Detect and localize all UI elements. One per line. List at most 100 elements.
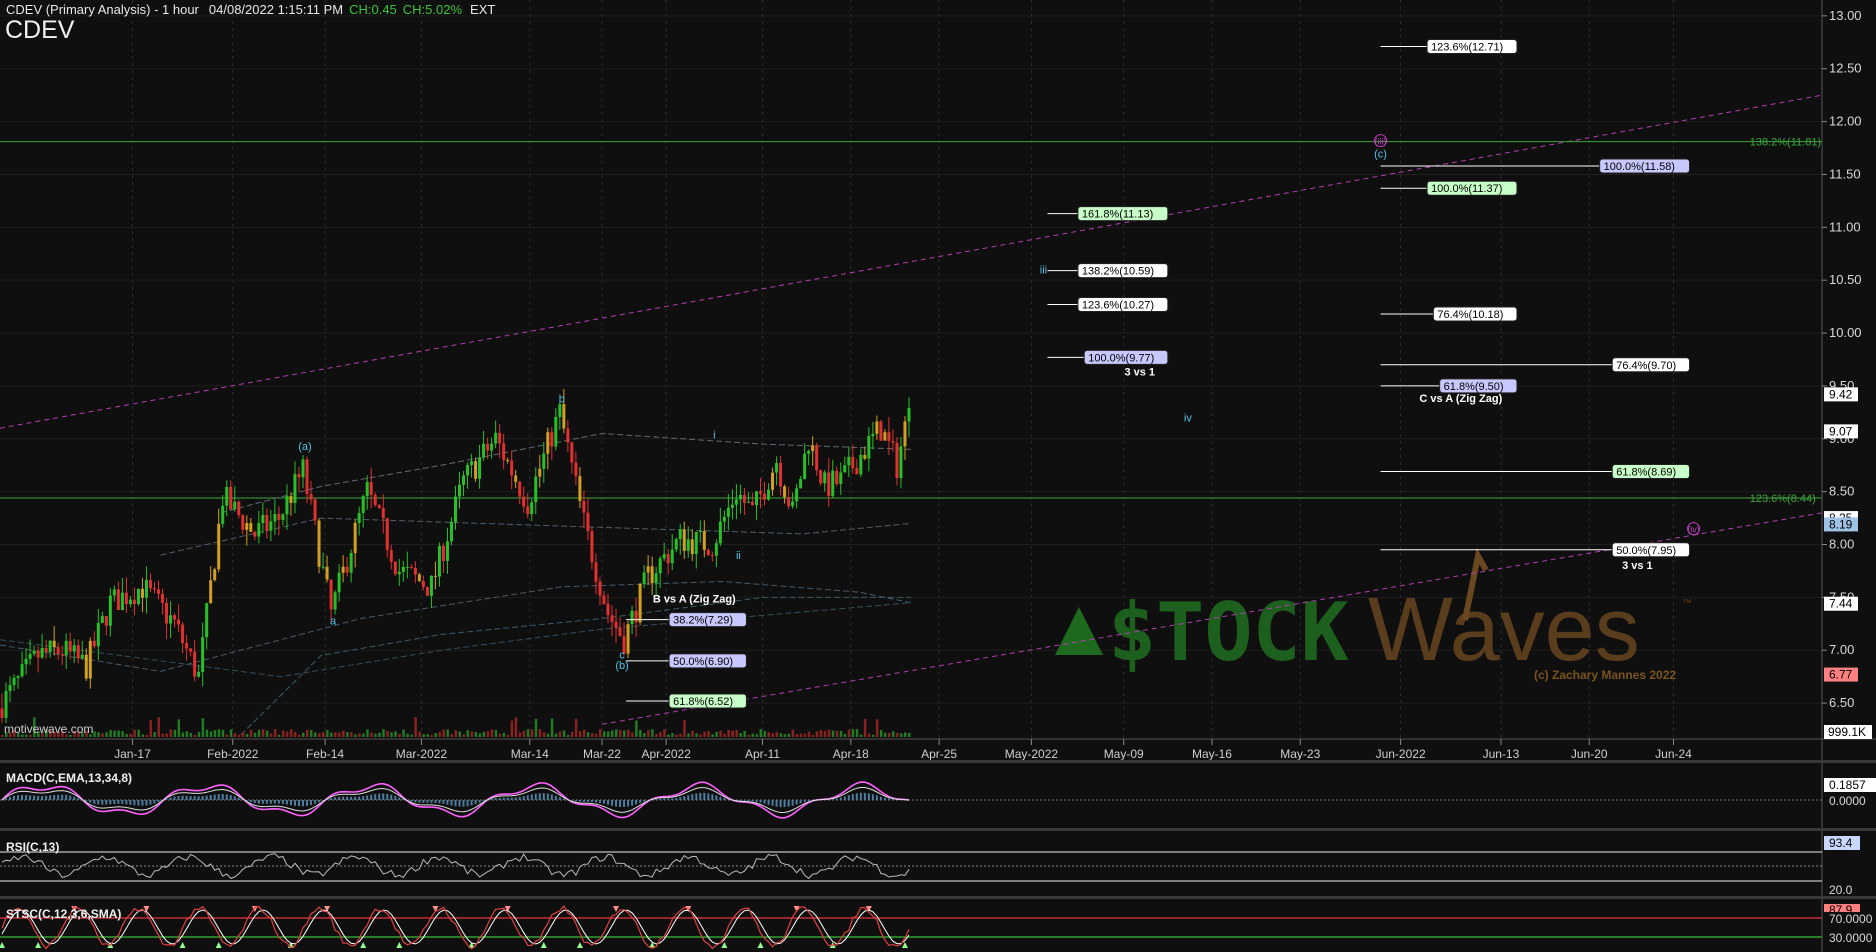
candle xyxy=(112,585,116,602)
macd-histogram-bar xyxy=(562,798,565,800)
candle xyxy=(807,449,811,466)
change-percent: CH:5.02% xyxy=(402,2,463,17)
macd-histogram-bar xyxy=(57,794,60,800)
volume-bar xyxy=(703,731,706,737)
macd-histogram-bar xyxy=(863,792,866,800)
macd-histogram-bar xyxy=(265,800,268,804)
volume-bar xyxy=(799,733,803,737)
candle-body xyxy=(353,522,357,554)
candle-body xyxy=(610,615,614,622)
volume-bar xyxy=(241,732,245,737)
volume-bar xyxy=(245,733,249,737)
volume-bar xyxy=(229,729,233,737)
price-tick-label: 10.50 xyxy=(1829,272,1862,287)
candle-body xyxy=(506,460,510,462)
time-tick-label: Jun-20 xyxy=(1571,747,1608,761)
macd-histogram-bar xyxy=(366,795,369,800)
macd-histogram-bar xyxy=(502,797,505,800)
candle xyxy=(883,429,887,441)
volume-bar xyxy=(149,719,152,737)
candle xyxy=(189,648,193,657)
candle xyxy=(875,415,879,440)
volume-bar xyxy=(835,730,839,737)
macd-histogram-bar xyxy=(77,798,80,800)
macd-histogram-bar xyxy=(807,800,810,802)
volume-bar xyxy=(117,730,120,737)
panel-divider xyxy=(0,828,1876,831)
candle xyxy=(441,543,445,573)
macd-histogram-bar xyxy=(554,795,557,800)
macd-histogram-bar xyxy=(221,794,224,800)
candle-body xyxy=(161,593,165,603)
candle-body xyxy=(835,470,839,484)
candle-body xyxy=(116,589,120,610)
macd-histogram-bar xyxy=(277,800,280,804)
macd-histogram-bar xyxy=(89,800,92,803)
macd-histogram-bar xyxy=(783,800,786,808)
candle-body xyxy=(8,684,12,692)
candle-body xyxy=(148,580,152,589)
volume-bar xyxy=(775,731,779,737)
fib-target: 100.0%(11.58) xyxy=(1380,158,1691,174)
macd-histogram-bar xyxy=(49,795,52,800)
candle-body xyxy=(807,451,811,454)
macd-histogram-bar xyxy=(97,800,100,805)
candle-body xyxy=(791,501,795,507)
volume-bar xyxy=(201,718,205,737)
macd-histogram-bar xyxy=(723,798,726,800)
candle xyxy=(32,645,36,657)
candle-body xyxy=(377,504,381,508)
price-badge-label: 6.77 xyxy=(1829,668,1853,682)
candle xyxy=(879,419,883,442)
candle-body xyxy=(871,433,875,437)
macd-histogram-bar xyxy=(574,800,577,802)
candle xyxy=(634,597,638,637)
price-chart[interactable]: $TOCK Waves ™ (c) Zachary Mannes 2022 138.2%… xyxy=(0,0,1876,952)
candle xyxy=(482,430,486,461)
macd-histogram-bar xyxy=(743,800,746,801)
macd-histogram-bar xyxy=(101,800,104,805)
candle-body xyxy=(225,486,229,506)
volume-bar xyxy=(859,734,863,737)
candle-body xyxy=(217,523,221,570)
candle xyxy=(606,593,610,624)
macd-histogram-bar xyxy=(671,798,674,800)
macd-histogram-bar xyxy=(426,800,429,803)
volume-bar xyxy=(619,730,622,737)
candle-body xyxy=(758,491,762,494)
macd-histogram-bar xyxy=(434,800,437,803)
candle xyxy=(586,497,590,541)
fib-target: 100.0%(9.77) xyxy=(1047,349,1169,365)
volume-bar xyxy=(161,733,165,737)
symbol-label: CDEV xyxy=(5,16,75,44)
volume-bar xyxy=(815,731,819,737)
candle xyxy=(859,448,863,477)
volume-bar xyxy=(582,729,586,737)
macd-histogram-bar xyxy=(739,800,742,801)
macd-histogram-bar xyxy=(69,795,72,800)
volume-bar xyxy=(406,733,409,737)
candle xyxy=(433,561,437,590)
candle-body xyxy=(165,602,169,624)
rsi-panel: 93.4 20.0 xyxy=(0,836,1860,897)
candle xyxy=(24,647,28,675)
stoch-signal-marker xyxy=(901,942,908,948)
candle xyxy=(458,471,462,509)
candle xyxy=(726,493,730,531)
volume-bar xyxy=(851,729,855,737)
volume-bar xyxy=(807,731,811,737)
candle xyxy=(710,551,714,562)
stockwaves-watermark: $TOCK Waves ™ (c) Zachary Mannes 2022 xyxy=(1055,547,1692,682)
candle xyxy=(16,675,20,689)
candle-body xyxy=(313,499,317,521)
candle xyxy=(209,565,213,604)
macd-histogram-bar xyxy=(21,795,24,800)
change-value: CH:0.45 xyxy=(349,2,397,17)
macd-histogram-bar xyxy=(181,795,184,800)
candle-body xyxy=(522,496,526,507)
candle-body xyxy=(550,432,554,447)
price-badge-label: 9.42 xyxy=(1829,387,1853,401)
candle xyxy=(285,484,289,530)
candle xyxy=(522,486,526,513)
candle-body xyxy=(670,549,674,564)
